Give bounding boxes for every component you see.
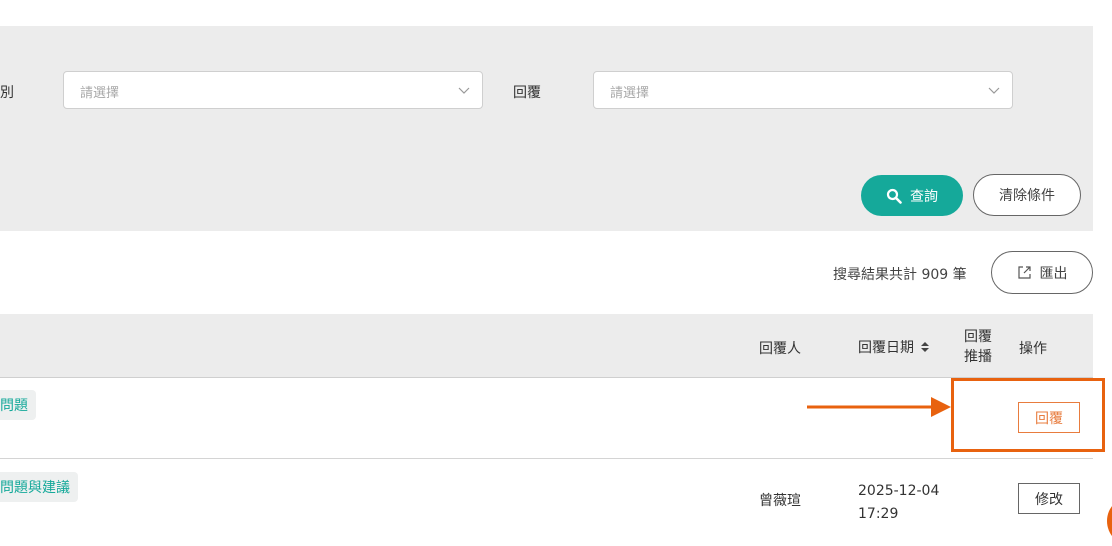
query-button[interactable]: 查詢 <box>861 175 963 216</box>
result-count: 搜尋結果共計 909 筆 <box>833 267 967 283</box>
header-reply-push-line1: 回覆 <box>964 329 992 345</box>
edit-button[interactable]: 修改 <box>1018 483 1080 514</box>
export-icon <box>1017 266 1031 279</box>
header-actions: 操作 <box>1019 341 1047 357</box>
row-divider <box>0 458 1093 459</box>
reply-time-value: 17:29 <box>858 506 899 522</box>
header-reply-date-label: 回覆日期 <box>858 340 914 356</box>
category-select[interactable]: 請選擇 <box>63 71 483 109</box>
reply-select-placeholder: 請選擇 <box>610 86 650 101</box>
header-reply-push: 回覆 推播 <box>964 327 992 367</box>
category-filter-label: 別 <box>0 85 14 101</box>
reply-date-cell: 2025-12-04 17:29 <box>858 480 939 526</box>
replier-cell: 曾薇瑄 <box>759 493 801 509</box>
category-tag: 問題與建議 <box>0 472 78 502</box>
floating-action-button[interactable] <box>1107 496 1112 546</box>
reply-select[interactable]: 請選擇 <box>593 71 1013 109</box>
search-icon <box>886 188 902 204</box>
export-button[interactable]: 匯出 <box>991 251 1093 294</box>
sort-icon <box>921 342 929 352</box>
reply-date-value: 2025-12-04 <box>858 483 940 499</box>
annotation-arrow <box>807 397 951 417</box>
category-tag: 問題 <box>0 390 36 420</box>
header-reply-push-line2: 推播 <box>964 349 992 365</box>
annotation-highlight-box <box>951 378 1105 452</box>
header-reply-date[interactable]: 回覆日期 <box>858 337 930 357</box>
category-select-placeholder: 請選擇 <box>80 86 120 101</box>
clear-filters-button[interactable]: 清除條件 <box>973 174 1081 216</box>
query-button-label: 查詢 <box>910 188 938 205</box>
header-replier: 回覆人 <box>759 341 801 357</box>
export-button-label: 匯出 <box>1039 265 1068 282</box>
reply-filter-label: 回覆 <box>513 85 541 101</box>
chevron-down-icon <box>458 87 470 94</box>
chevron-down-icon <box>988 87 1000 94</box>
